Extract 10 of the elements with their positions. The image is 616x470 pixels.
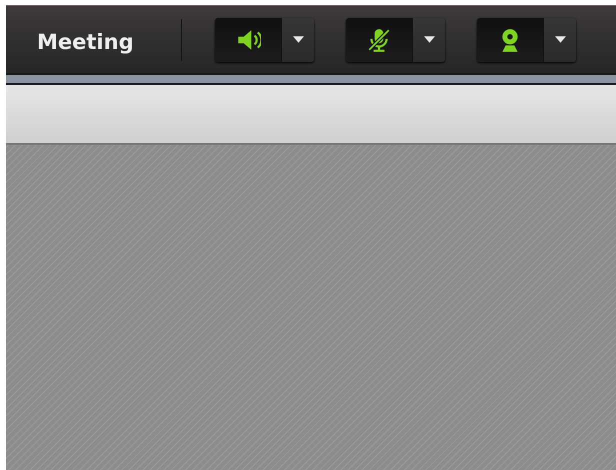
- caret-icon: [292, 36, 304, 43]
- camera-button[interactable]: [477, 18, 543, 62]
- speaker-button[interactable]: [215, 18, 281, 62]
- dropdown-button[interactable]: [281, 18, 314, 62]
- microphone-button[interactable]: [346, 18, 412, 62]
- caret-icon: [554, 36, 566, 43]
- dropdown-button[interactable]: [543, 18, 576, 62]
- dropdown-button[interactable]: [412, 18, 445, 62]
- caret-icon: [424, 36, 434, 43]
- meeting-title: Meeting: [37, 30, 135, 54]
